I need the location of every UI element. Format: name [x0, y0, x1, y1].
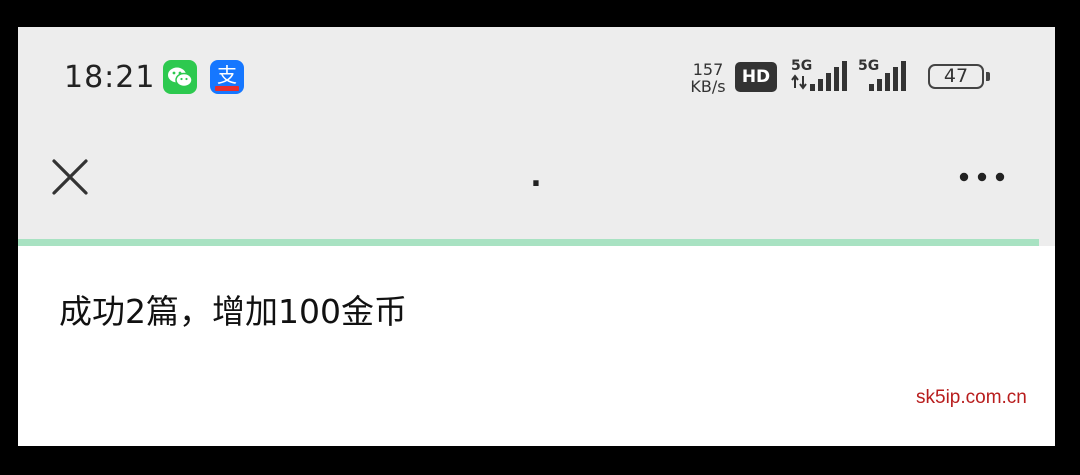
alipay-icon: 支	[210, 60, 244, 94]
network-speed-value: 157	[692, 60, 724, 79]
close-button[interactable]	[46, 153, 94, 201]
status-bar: 18:21 支 157 KB/s HD 5G 5G 47	[18, 27, 1055, 127]
hd-voice-badge: HD	[735, 62, 777, 92]
battery-cap	[986, 72, 990, 81]
signal-icon-sim1: 5G	[788, 58, 852, 94]
battery-level: 47	[943, 65, 969, 87]
network-speed-unit: KB/s	[690, 77, 726, 96]
more-options-button[interactable]	[952, 153, 1012, 201]
close-icon	[52, 159, 88, 195]
page-load-progress-bar	[18, 239, 1055, 246]
page-title: .	[530, 159, 542, 194]
watermark-text: sk5ip.com.cn	[916, 387, 1027, 408]
status-time: 18:21	[64, 60, 156, 95]
battery-icon: 47	[928, 64, 984, 89]
result-message: 成功2篇，增加100金币	[59, 292, 407, 331]
phone-screen: 18:21 支 157 KB/s HD 5G 5G 47 . 成功2篇，增加10…	[18, 27, 1055, 446]
more-dots-icon	[959, 172, 1005, 182]
signal-icon-sim2: 5G	[855, 58, 919, 94]
wechat-icon	[163, 60, 197, 94]
network-speed: 157 KB/s	[686, 61, 730, 95]
hd-label: HD	[741, 67, 771, 87]
progress-fill	[18, 239, 1040, 246]
top-bar: 18:21 支 157 KB/s HD 5G 5G 47 .	[18, 27, 1055, 239]
alipay-glyph: 支	[217, 63, 237, 87]
